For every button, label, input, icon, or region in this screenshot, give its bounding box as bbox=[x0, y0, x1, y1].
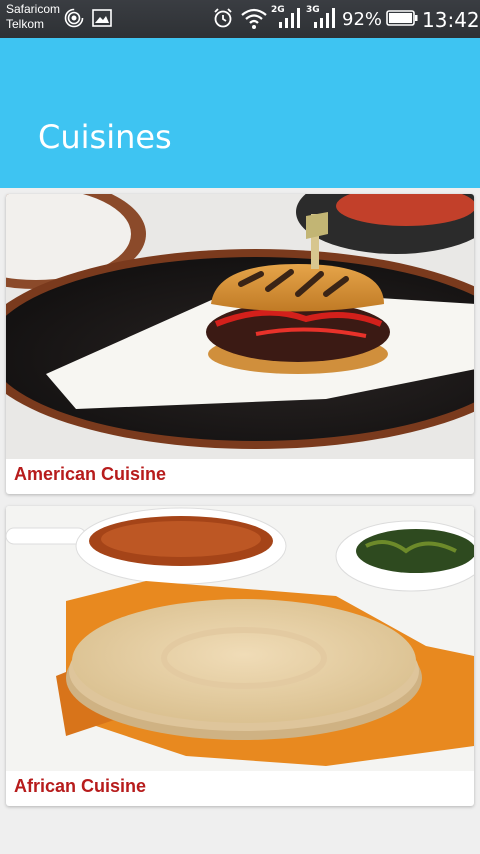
cuisine-label: American Cuisine bbox=[14, 464, 167, 484]
cuisine-label: African Cuisine bbox=[14, 776, 147, 796]
burger-photo bbox=[6, 194, 474, 459]
signal-icon-2 bbox=[314, 8, 335, 28]
injera-beans-photo bbox=[6, 506, 474, 771]
gallery-icon bbox=[92, 9, 112, 27]
carrier-names: Safaricom Telkom bbox=[6, 2, 60, 32]
cuisine-card-american[interactable]: American Cuisine bbox=[6, 194, 474, 494]
hotspot-icon bbox=[64, 8, 84, 28]
wifi-icon bbox=[241, 8, 267, 29]
carrier-1: Safaricom bbox=[6, 2, 61, 16]
signal-icon bbox=[279, 8, 300, 28]
cuisine-card-african[interactable]: African Cuisine bbox=[6, 506, 474, 806]
clock: 13:42 bbox=[422, 8, 480, 32]
app-bar bbox=[0, 38, 480, 188]
alarm-icon bbox=[214, 8, 232, 28]
carrier-2: Telkom bbox=[6, 17, 45, 31]
battery-icon bbox=[386, 10, 418, 26]
status-bar: Safaricom Telkom 2G 3G 92% 13:42 bbox=[0, 0, 480, 38]
page-title: Cuisines bbox=[38, 118, 172, 156]
battery-percent: 92% bbox=[342, 9, 383, 30]
